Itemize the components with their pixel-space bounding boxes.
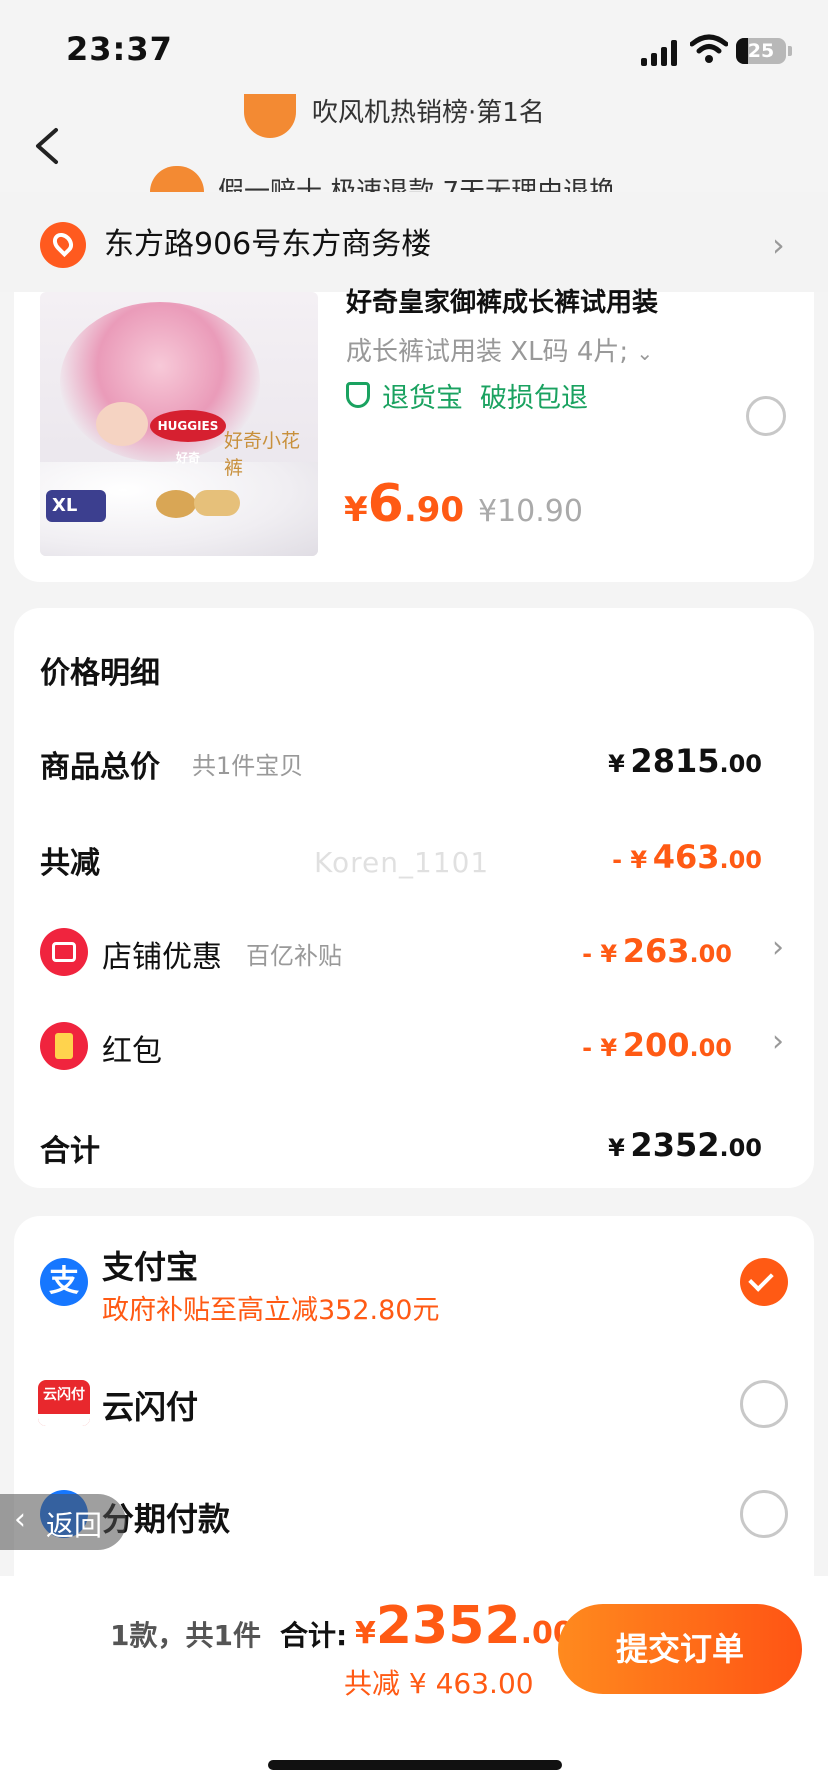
product-image-baby <box>96 402 148 446</box>
checkout-total-label: 合计: <box>280 1619 348 1652</box>
discount-dec: .00 <box>719 846 762 874</box>
total-dec: .00 <box>719 1134 762 1162</box>
back-arrow-icon[interactable] <box>28 124 68 168</box>
discount-int: 463 <box>652 838 720 876</box>
product-original-price: ¥10.90 <box>478 494 583 529</box>
discount-label: 共减 <box>40 846 100 881</box>
red-packet-label[interactable]: 红包 <box>102 1026 162 1070</box>
product-price: ¥6.90 <box>344 474 464 534</box>
total-int: 2352 <box>630 1126 720 1164</box>
red-packet-amount[interactable]: - ¥ 200.00 <box>582 1026 732 1064</box>
price-detail-card <box>14 608 814 1188</box>
status-time: 23:37 <box>66 30 173 68</box>
ranking-icon <box>244 94 296 138</box>
product-image-size: XL <box>46 490 106 522</box>
total-label: 合计 <box>40 1134 100 1169</box>
checkout-total-int: 2352 <box>375 1596 521 1656</box>
shop-coupon-dec: .00 <box>689 940 732 968</box>
shop-coupon-symbol: - ¥ <box>582 940 618 968</box>
checkout-total: ¥2352.00 <box>355 1596 574 1656</box>
product-spec-text: 成长裤试用装 XL码 4片; <box>346 337 629 367</box>
submit-order-button[interactable]: 提交订单 <box>558 1604 802 1694</box>
product-price-int: 6 <box>367 474 404 534</box>
product-image-badge <box>156 490 196 518</box>
ticker-guarantee: 假一赔十 极速退款 7天无理由退换 <box>218 177 616 192</box>
shop-coupon-chevron-icon[interactable]: › <box>772 930 784 965</box>
product-select-radio[interactable] <box>746 396 786 436</box>
ticker-ranking: 吹风机热销榜·第1名 <box>312 98 545 126</box>
product-image-brand: HUGGIES 好奇 <box>150 410 226 465</box>
watermark-text: Koren_1101 <box>314 846 490 879</box>
checkout-total-symbol: ¥ <box>355 1616 376 1651</box>
installment-radio[interactable] <box>740 1490 788 1538</box>
shop-coupon-label[interactable]: 店铺优惠 <box>102 932 222 976</box>
subtotal-count: 共1件宝贝 <box>192 752 304 780</box>
product-title[interactable]: 好奇皇家御裤成长裤试用装 <box>346 282 658 319</box>
address-chevron-icon[interactable]: › <box>772 226 785 264</box>
signal-icon <box>641 40 679 66</box>
alipay-name: 支付宝 <box>102 1248 199 1286</box>
subtotal-label: 商品总价 <box>40 750 160 785</box>
red-packet-chevron-icon[interactable]: › <box>772 1024 784 1059</box>
shop-coupon-icon <box>40 928 88 976</box>
checkout-item-count: 1款，共1件 <box>110 1619 261 1652</box>
alipay-promo: 政府补贴至高立减352.80元 <box>102 1295 440 1326</box>
unionpay-icon-text: 云闪付 <box>43 1387 85 1403</box>
subtotal-amount: ¥ 2815.00 <box>608 742 762 780</box>
total-amount: ¥ 2352.00 <box>608 1126 762 1164</box>
location-pin-icon <box>40 222 86 268</box>
red-packet-icon <box>40 1022 88 1070</box>
wifi-icon <box>690 34 728 63</box>
checkout-saved: 共减 ¥ 463.00 <box>344 1667 534 1700</box>
red-packet-symbol: - ¥ <box>582 1034 618 1062</box>
product-image-badge-2 <box>194 490 240 516</box>
alipay-radio-checked[interactable] <box>740 1258 788 1306</box>
shop-coupon-sub: 百亿补贴 <box>246 942 342 970</box>
discount-symbol: - ¥ <box>612 846 648 874</box>
guarantee-return: 退货宝 <box>382 383 463 414</box>
floating-back-label: 返回 <box>46 1509 103 1542</box>
red-packet-int: 200 <box>622 1026 690 1064</box>
subtotal-symbol: ¥ <box>608 750 625 778</box>
unionpay-name: 云闪付 <box>102 1388 199 1426</box>
shop-coupon-amount[interactable]: - ¥ 263.00 <box>582 932 732 970</box>
floating-back-arrow-icon: ‹ <box>14 1502 26 1537</box>
unionpay-radio[interactable] <box>740 1380 788 1428</box>
product-spec[interactable]: 成长裤试用装 XL码 4片; ⌄ <box>346 331 653 368</box>
home-indicator[interactable] <box>268 1760 562 1770</box>
product-image-series: 好奇小花裤 <box>224 430 301 479</box>
address-text[interactable]: 东方路906号东方商务楼 <box>104 222 431 268</box>
shield-check-icon <box>346 382 370 408</box>
subtotal-int: 2815 <box>630 742 720 780</box>
guarantee-damage: 破损包退 <box>480 383 588 414</box>
product-image[interactable]: HUGGIES 好奇 好奇小花裤 XL <box>40 292 318 556</box>
total-symbol: ¥ <box>608 1134 625 1162</box>
floating-back-button[interactable]: ‹ 返回 <box>0 1494 126 1550</box>
guarantee-ticker-icon <box>150 166 204 192</box>
subtotal-dec: .00 <box>719 750 762 778</box>
price-detail-title: 价格明细 <box>40 656 160 691</box>
battery-level: 25 <box>747 40 775 62</box>
battery-icon: 25 <box>736 38 792 64</box>
product-price-dec: .90 <box>403 490 465 530</box>
alipay-icon: 支 <box>40 1258 88 1306</box>
product-price-symbol: ¥ <box>344 490 368 530</box>
shop-coupon-int: 263 <box>622 932 690 970</box>
red-packet-dec: .00 <box>689 1034 732 1062</box>
spec-chevron-down-icon: ⌄ <box>636 341 654 365</box>
unionpay-icon: 云闪付 <box>38 1380 90 1426</box>
discount-amount: - ¥ 463.00 <box>612 838 762 876</box>
